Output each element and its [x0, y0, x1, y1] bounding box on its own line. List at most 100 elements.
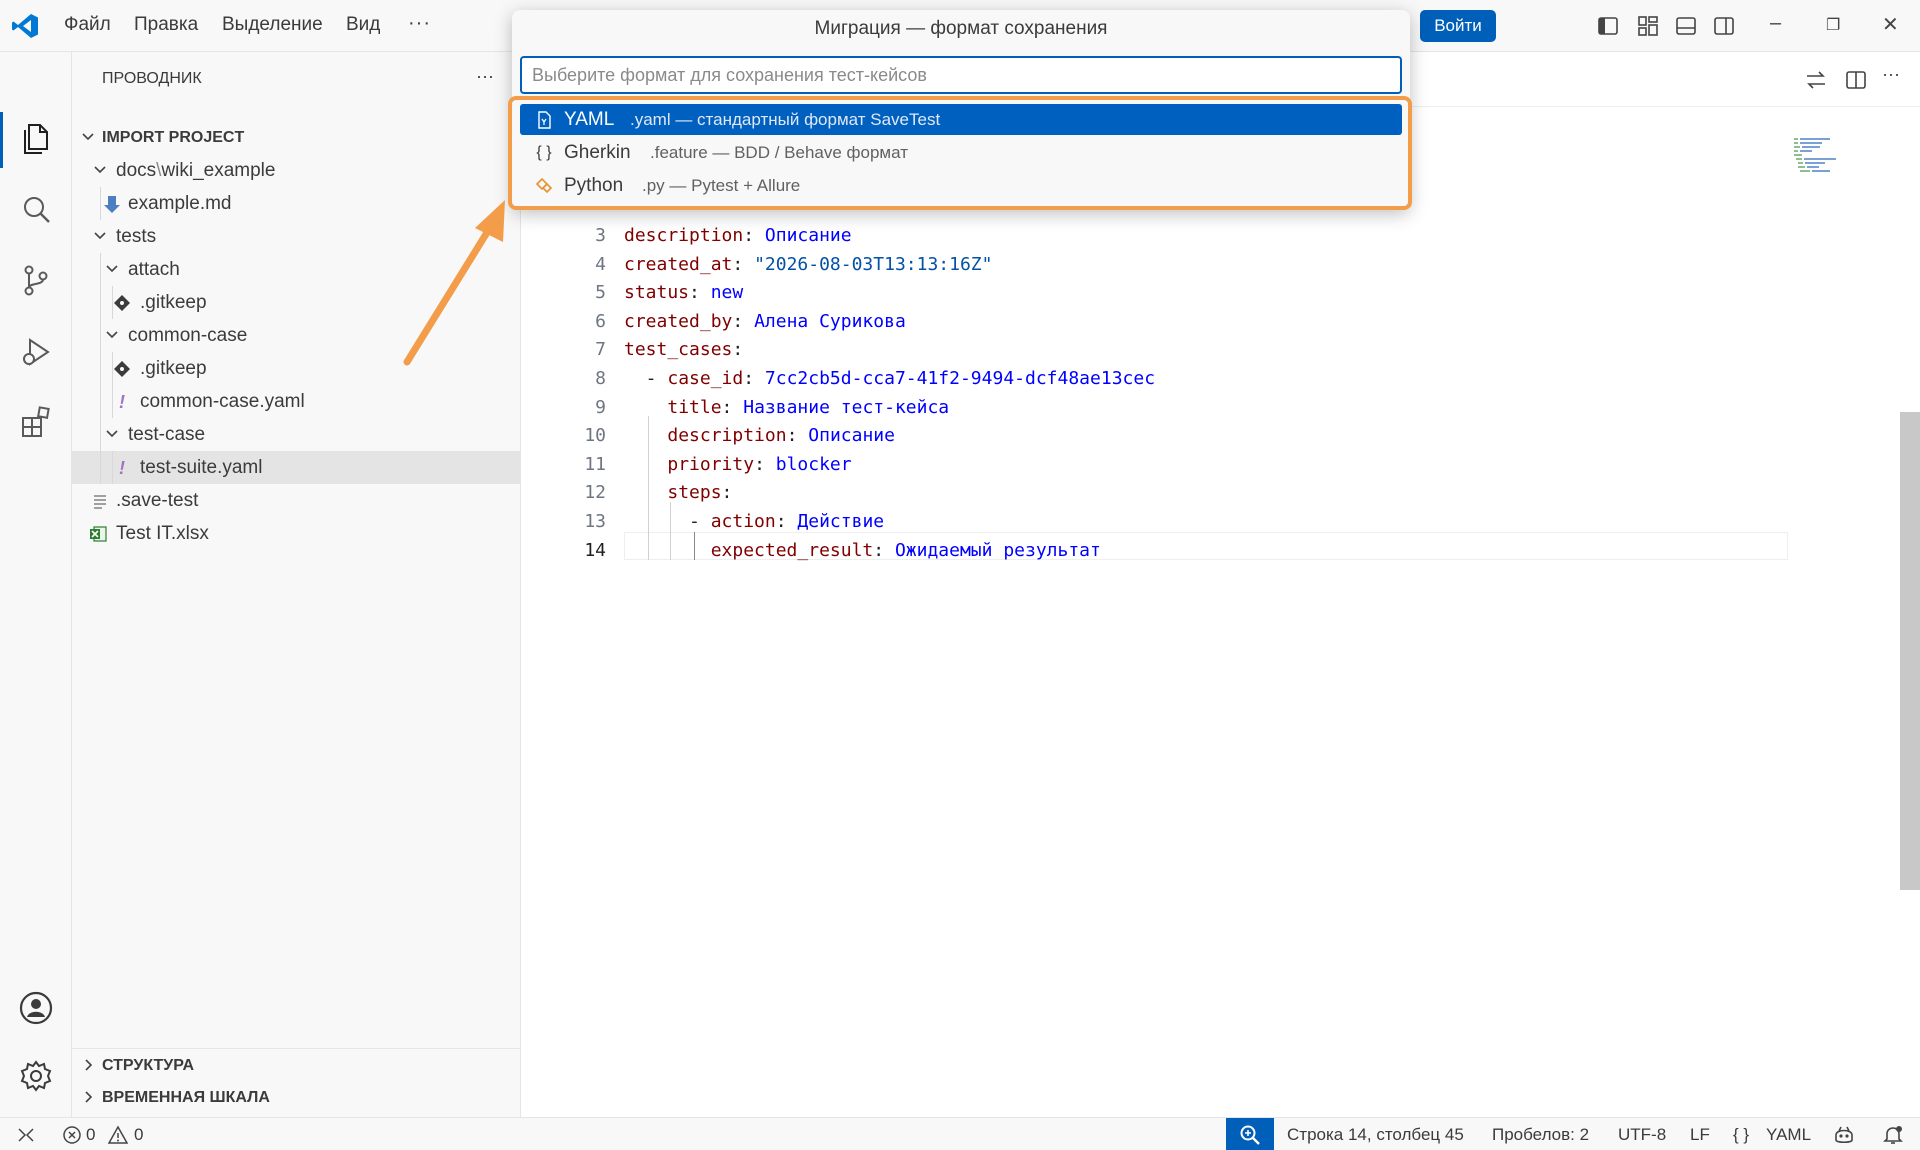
toggle-secondary-sidebar-icon[interactable] — [1712, 14, 1736, 38]
yaml-key: expected_result — [710, 540, 874, 561]
tree-label: tests — [116, 226, 157, 247]
indentation-setting[interactable]: Пробелов: 2 — [1492, 1118, 1589, 1150]
restore-button[interactable]: ❐ — [1826, 15, 1840, 35]
minimap[interactable] — [1792, 136, 1852, 176]
chevron-down-icon — [94, 166, 106, 174]
yaml-key: priority — [667, 454, 755, 475]
menu-selection[interactable]: Выделение — [222, 14, 323, 36]
settings-gear-icon[interactable] — [18, 1058, 54, 1094]
code-text: description: Описание — [667, 425, 895, 446]
chevron-down-icon — [82, 133, 94, 141]
line-number: 13 — [584, 511, 606, 532]
tree-file-test-suite-yaml[interactable]: ! test-suite.yaml — [72, 451, 521, 484]
markdown-file-icon — [104, 196, 120, 213]
warning-count: 0 — [134, 1125, 144, 1144]
tree-label: Test IT.xlsx — [116, 523, 209, 544]
section-label: СТРУКТУРА — [102, 1057, 195, 1074]
toggle-primary-sidebar-icon[interactable] — [1596, 14, 1620, 38]
zoom-button[interactable] — [1226, 1118, 1274, 1150]
editor-more-icon[interactable]: ··· — [1882, 64, 1900, 85]
yaml-key: description — [667, 425, 787, 446]
notifications-bell-icon[interactable] — [1882, 1124, 1904, 1146]
line-number: 14 — [584, 540, 606, 561]
compare-changes-icon[interactable] — [1804, 68, 1828, 92]
quick-pick-input[interactable] — [520, 56, 1402, 94]
extensions-icon[interactable] — [18, 404, 54, 440]
code-text: - action: Действие — [624, 511, 885, 532]
yaml-key: case_id — [667, 368, 744, 389]
code-text: test_cases: — [624, 339, 755, 360]
close-button[interactable]: ✕ — [1882, 12, 1899, 37]
tree-label: attach — [128, 259, 180, 280]
yaml-key: test_cases — [624, 339, 733, 360]
tree-file-save-test[interactable]: .save-test — [72, 484, 521, 517]
yaml-value: Описание — [808, 425, 895, 446]
annotation-highlight-box — [508, 96, 1412, 210]
yaml-value: "2026-08-03T13:13:16Z" — [754, 254, 993, 275]
explorer-more-icon[interactable]: ··· — [476, 66, 494, 87]
error-icon — [63, 1126, 81, 1144]
chevron-down-icon — [94, 232, 106, 240]
language-mode[interactable]: { } YAML — [1733, 1118, 1813, 1150]
yaml-file-icon: ! — [119, 392, 125, 412]
editor-scrollbar[interactable] — [1900, 412, 1920, 890]
split-editor-icon[interactable] — [1844, 68, 1868, 92]
indent-guide — [100, 286, 101, 319]
minimize-button[interactable]: – — [1770, 12, 1781, 35]
menu-more-icon[interactable]: ··· — [408, 12, 431, 35]
timeline-section-header[interactable]: ВРЕМЕННАЯ ШКАЛА — [72, 1081, 521, 1114]
error-count: 0 — [86, 1125, 96, 1144]
explorer-icon[interactable] — [18, 120, 54, 156]
tree-file-common-case-yaml[interactable]: ! common-case.yaml — [72, 385, 521, 418]
source-control-icon[interactable] — [18, 262, 54, 298]
chevron-right-icon — [85, 1059, 93, 1071]
cursor-position[interactable]: Строка 14, столбец 45 — [1287, 1118, 1464, 1150]
yaml-key: created_at — [624, 254, 733, 275]
tree-root-folder[interactable]: IMPORT PROJECT — [72, 121, 521, 154]
copilot-icon[interactable] — [1832, 1123, 1856, 1147]
line-number: 5 — [595, 282, 606, 303]
vscode-logo-icon — [12, 14, 38, 38]
line-number: 10 — [584, 425, 606, 446]
menu-edit[interactable]: Правка — [134, 14, 198, 36]
yaml-value: Действие — [797, 511, 885, 532]
outline-section-header[interactable]: СТРУКТУРА — [72, 1048, 521, 1081]
accounts-icon[interactable] — [18, 990, 54, 1026]
yaml-value: 7cc2cb5d-cca7-41f2-9494-dcf48ae13cec — [764, 368, 1156, 389]
tree-folder-docs[interactable]: docs\wiki_example — [72, 154, 521, 187]
tree-folder-test-case[interactable]: test-case — [72, 418, 521, 451]
explorer-title: ПРОВОДНИК — [102, 70, 202, 87]
run-debug-icon[interactable] — [18, 334, 54, 370]
indent-guide — [100, 319, 101, 352]
encoding-setting[interactable]: UTF-8 — [1618, 1118, 1666, 1150]
line-number: 6 — [595, 311, 606, 332]
remote-indicator-icon[interactable] — [16, 1125, 36, 1145]
search-icon[interactable] — [18, 192, 54, 228]
yaml-value: Ожидаемый результат — [894, 540, 1101, 561]
yaml-key: status — [624, 282, 690, 303]
indent-guide — [100, 385, 101, 418]
menu-file[interactable]: Файл — [64, 14, 111, 36]
line-number: 8 — [595, 368, 606, 389]
yaml-value: Описание — [764, 225, 852, 246]
indent-guide — [100, 418, 101, 451]
customize-layout-icon[interactable] — [1636, 14, 1660, 38]
activity-bar — [0, 52, 72, 1117]
yaml-value: Название тест-кейса — [743, 397, 950, 418]
menu-view[interactable]: Вид — [346, 14, 380, 36]
toggle-panel-icon[interactable] — [1674, 14, 1698, 38]
eol-setting[interactable]: LF — [1690, 1118, 1710, 1150]
tree-file-test-it-xlsx[interactable]: Test IT.xlsx — [72, 517, 521, 550]
code-text: expected_result: Ожидаемый результат — [710, 540, 1101, 561]
code-text: created_by: Алена Сурикова — [624, 311, 906, 332]
tree-label: IMPORT PROJECT — [102, 129, 245, 146]
annotation-arrow-icon — [403, 200, 505, 366]
yaml-value: new — [710, 282, 744, 303]
signin-button[interactable]: Войти — [1420, 10, 1496, 42]
tree-label: test-suite.yaml — [140, 457, 263, 478]
status-bar: 0 0 Строка 14, столбец 45 Пробелов: 2 UT… — [0, 1117, 1920, 1150]
chevron-right-icon — [85, 1091, 93, 1103]
yaml-key: description — [624, 225, 744, 246]
code-text: status: new — [624, 282, 744, 303]
code-text: created_at: "2026-08-03T13:13:16Z" — [624, 254, 993, 275]
